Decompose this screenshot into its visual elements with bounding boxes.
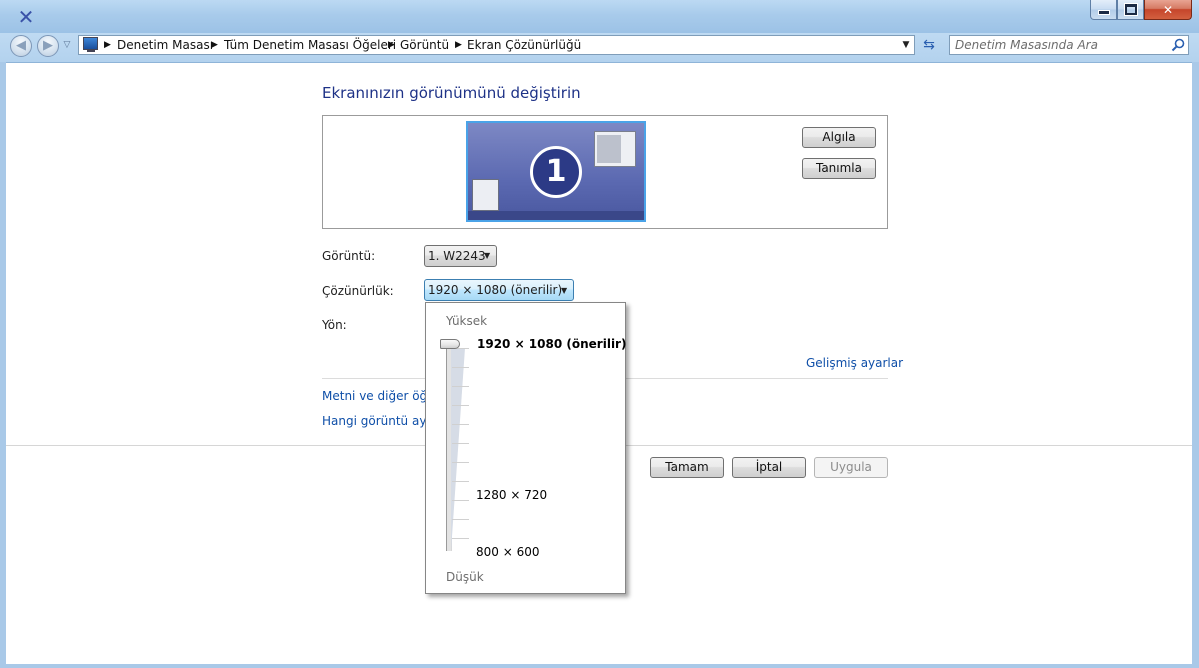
forward-arrow-icon: ▶ [43, 38, 53, 53]
monitor-window-preview-content [597, 135, 621, 163]
text-size-link[interactable]: Metni ve diğer öğel [322, 389, 438, 403]
recent-pages-button[interactable]: ▽ [62, 38, 72, 52]
breadcrumb-display[interactable]: Görüntü [400, 36, 449, 54]
refresh-button[interactable]: ⇆ [918, 35, 940, 55]
back-arrow-icon: ◀ [16, 38, 26, 53]
breadcrumb-screen-resolution[interactable]: Ekran Çözünürlüğü [467, 36, 581, 54]
minimize-icon [1097, 10, 1110, 15]
slider-tick [452, 367, 469, 368]
cancel-button[interactable]: İptal [732, 457, 806, 478]
slider-tick [452, 462, 469, 463]
dropdown-arrow-icon: ▼ [484, 251, 491, 260]
close-icon: ✕ [1162, 2, 1174, 17]
monitor-number-badge: 1 [530, 146, 582, 198]
dropdown-arrow-icon: ▼ [561, 286, 568, 295]
resolution-label: Çözünürlük: [322, 284, 394, 298]
breadcrumb-separator-icon[interactable]: ▶ [104, 36, 111, 54]
slider-tick [452, 443, 469, 444]
resolution-select-value: 1920 × 1080 (önerilir) [428, 283, 563, 297]
maximize-button[interactable] [1117, 0, 1144, 20]
identify-button[interactable]: Tanımla [802, 158, 876, 179]
monitor-taskbar-preview [468, 211, 644, 220]
refresh-icon: ⇆ [923, 37, 935, 53]
close-button[interactable]: ✕ [1144, 0, 1192, 20]
low-label: Düşük [446, 570, 484, 584]
search-icon[interactable] [1170, 37, 1186, 53]
app-icon: ✕ [17, 5, 35, 29]
resolution-option-800[interactable]: 800 × 600 [476, 545, 540, 559]
orientation-label: Yön: [322, 318, 347, 332]
back-button[interactable]: ◀ [10, 35, 32, 57]
breadcrumb-separator-icon[interactable]: ▶ [455, 36, 462, 54]
resolution-select[interactable]: 1920 × 1080 (önerilir) [424, 279, 574, 301]
window-left-border [0, 62, 6, 668]
minimize-button[interactable] [1090, 0, 1117, 20]
slider-tick [452, 405, 469, 406]
breadcrumb-separator-icon[interactable]: ▶ [211, 36, 218, 54]
control-panel-icon-stand [87, 50, 95, 52]
resolution-slider-ramp [451, 348, 465, 551]
page-title: Ekranınızın görünümünü değiştirin [322, 84, 581, 102]
window-right-border [1192, 62, 1199, 668]
slider-tick [452, 386, 469, 387]
slider-tick [452, 519, 469, 520]
apply-button[interactable]: Uygula [814, 457, 888, 478]
monitor-gadget-preview [472, 179, 499, 211]
dropdown-arrow-icon: ▼ [902, 40, 910, 50]
forward-button[interactable]: ▶ [37, 35, 59, 57]
which-display-settings-link[interactable]: Hangi görüntü ayar [322, 414, 439, 428]
breadcrumb-control-panel[interactable]: Denetim Masası [117, 36, 213, 54]
resolution-option-1920[interactable]: 1920 × 1080 (önerilir) [477, 337, 626, 351]
window-bottom-border [0, 664, 1199, 668]
resolution-option-1280[interactable]: 1280 × 720 [476, 488, 547, 502]
slider-tick [452, 500, 469, 501]
detect-button[interactable]: Algıla [802, 127, 876, 148]
maximize-icon [1123, 3, 1138, 16]
search-input[interactable] [951, 36, 1169, 54]
advanced-settings-link[interactable]: Gelişmiş ayarlar [806, 356, 903, 370]
breadcrumb-all-items[interactable]: Tüm Denetim Masası Öğeleri [224, 36, 396, 54]
display-label: Görüntü: [322, 249, 376, 263]
ok-button[interactable]: Tamam [650, 457, 724, 478]
chevron-down-icon: ▽ [63, 40, 71, 50]
title-bar [0, 0, 1199, 33]
slider-tick [452, 538, 469, 539]
breadcrumb-separator-icon[interactable]: ▶ [388, 36, 395, 54]
display-select-value: 1. W2243 [428, 249, 486, 263]
slider-tick [452, 424, 469, 425]
address-history-button[interactable]: ▼ [899, 36, 913, 54]
control-panel-icon [83, 37, 98, 50]
resolution-slider-thumb[interactable] [440, 339, 460, 349]
slider-tick [452, 481, 469, 482]
high-label: Yüksek [446, 314, 488, 328]
